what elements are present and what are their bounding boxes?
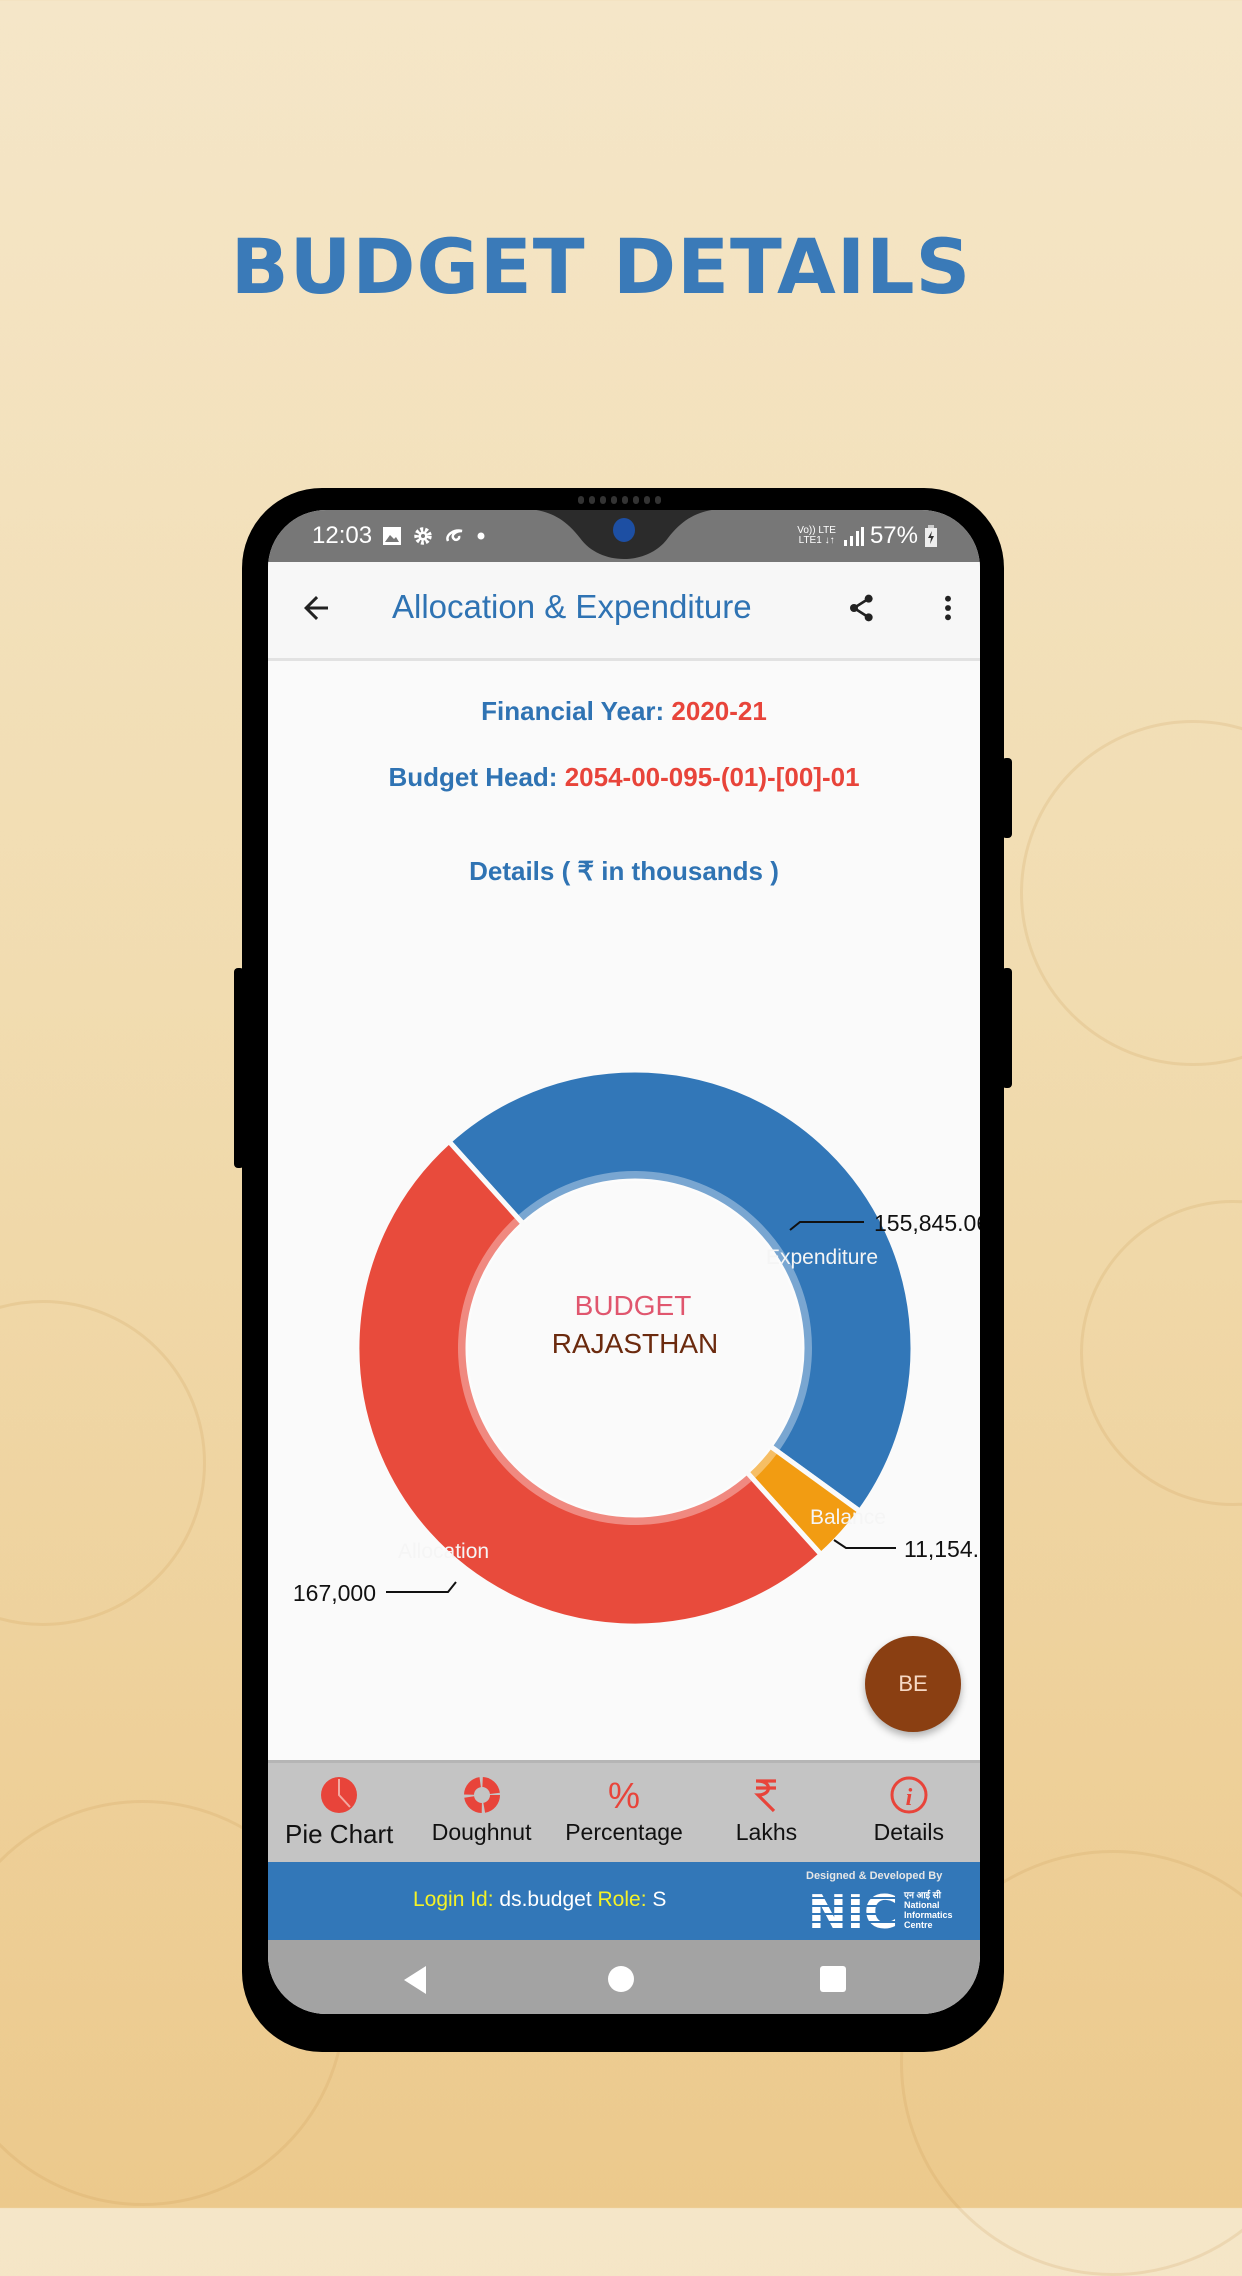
chart-center-line1: BUDGET — [575, 1290, 692, 1321]
pie-chart-icon — [321, 1777, 358, 1813]
camera-notch — [536, 510, 712, 559]
network-indicator: Vo)) LTE LTE1 ↓↑ — [797, 525, 836, 546]
status-time: 12:03 — [312, 522, 373, 549]
phone-screen: 12:03 Vo)) LTE LTE1 ↓↑ 57% Allocation & E… — [268, 510, 980, 2014]
background-ornament — [1080, 1200, 1242, 1506]
page-title: Allocation & Expenditure — [392, 588, 752, 625]
background-ornament — [1020, 720, 1242, 1066]
more-vert-icon[interactable] — [932, 590, 964, 626]
background-ornament — [0, 1300, 206, 1626]
slice-label-allocation: Allocation — [398, 1540, 489, 1563]
side-button — [1002, 968, 1012, 1088]
role-value: S — [646, 1888, 667, 1911]
budget-head-value: 2054-00-095-(01)-[00]-01 — [564, 762, 860, 792]
arrow-left-icon[interactable] — [298, 590, 334, 626]
bottom-navigation: Pie Chart Doughnut % Percentage Lakhs i … — [268, 1760, 980, 1865]
slice-label-expenditure: Expenditure — [766, 1246, 878, 1269]
nav-pie-chart-label: Pie Chart — [285, 1819, 394, 1849]
financial-year-value: 2020-21 — [671, 696, 767, 726]
nic-hindi: एन आई सी — [904, 1890, 942, 1900]
nav-pie-chart[interactable]: Pie Chart — [268, 1763, 410, 1865]
designed-by-text: Designed & Developed By — [806, 1870, 943, 1882]
nav-doughnut-label: Doughnut — [431, 1819, 532, 1845]
nav-details[interactable]: i Details — [838, 1763, 980, 1865]
nic-logo: NIC एन आई सी National Informatics Centre — [808, 1888, 953, 1932]
chart-center-line2: RAJASTHAN — [552, 1328, 718, 1359]
leader-line-balance — [833, 1539, 896, 1549]
role-label: Role: — [597, 1888, 647, 1911]
nav-lakhs[interactable]: Lakhs — [695, 1763, 837, 1865]
battery-percent: 57% — [869, 522, 918, 549]
svg-text:%: % — [608, 1775, 640, 1815]
app-bar: Allocation & Expenditure — [268, 562, 980, 661]
volume-button — [234, 968, 244, 1168]
info-icon: i — [890, 1776, 928, 1814]
swirl-app-icon — [446, 529, 463, 542]
nav-percentage-label: Percentage — [565, 1819, 683, 1845]
status-bar: 12:03 Vo)) LTE LTE1 ↓↑ 57% — [268, 510, 980, 562]
gallery-icon — [383, 527, 402, 545]
login-info: Login Id: ds.budget Role: S — [413, 1888, 666, 1912]
doughnut-chart: Allocation 167,000 Expenditure 155,845.06 Ba… — [293, 1067, 980, 1629]
speaker-grille — [578, 496, 668, 504]
nic-logo-mark: NIC — [808, 1888, 900, 1932]
nav-details-label: Details — [873, 1819, 944, 1845]
rupee-icon — [754, 1779, 777, 1813]
signal-icon — [843, 527, 864, 546]
system-navigation-bar — [268, 1940, 980, 2014]
battery-charging-icon — [925, 525, 937, 547]
value-label-expenditure: 155,845.06 — [874, 1210, 980, 1236]
login-footer: Login Id: ds.budget Role: S Designed & D… — [268, 1862, 980, 1940]
nav-recents-icon[interactable] — [818, 1964, 848, 1994]
promo-title: BUDGET DETAILS — [230, 222, 972, 311]
dot-icon — [477, 532, 485, 540]
nav-back-icon[interactable] — [400, 1964, 430, 1996]
nic-name-line3: Centre — [904, 1920, 933, 1930]
value-label-allocation: 167,000 — [293, 1580, 376, 1606]
financial-year: Financial Year: 2020-21 — [268, 696, 980, 727]
nav-percentage[interactable]: % Percentage — [553, 1763, 695, 1865]
login-id-value: ds.budget — [493, 1888, 598, 1911]
budget-head: Budget Head: 2054-00-095-(01)-[00]-01 — [268, 762, 980, 793]
value-label-balance: 11,154. — [904, 1536, 979, 1562]
details-unit-label: Details ( ₹ in thousands ) — [469, 856, 779, 886]
nic-name-line1: National — [904, 1900, 940, 1910]
budget-head-label: Budget Head: — [388, 762, 565, 792]
nav-lakhs-label: Lakhs — [735, 1819, 798, 1845]
settings-gear-icon — [414, 527, 432, 545]
share-icon[interactable] — [846, 592, 878, 624]
be-fab-button[interactable]: BE — [865, 1636, 961, 1732]
nav-home-icon[interactable] — [606, 1964, 636, 1994]
svg-text:NIC: NIC — [808, 1888, 898, 1932]
power-button — [1002, 758, 1012, 838]
percent-icon: % — [608, 1775, 640, 1815]
phone-frame: 12:03 Vo)) LTE LTE1 ↓↑ 57% Allocation & E… — [234, 488, 1012, 2052]
svg-text:i: i — [905, 1785, 912, 1811]
leader-line-allocation — [386, 1581, 457, 1593]
nic-name: एन आई सी National Informatics Centre — [904, 1890, 953, 1930]
slice-label-balance: Balance — [810, 1506, 886, 1529]
login-id-label: Login Id: — [413, 1888, 494, 1911]
doughnut-icon — [463, 1777, 500, 1813]
nav-doughnut[interactable]: Doughnut — [410, 1763, 552, 1865]
financial-year-label: Financial Year: — [481, 696, 672, 726]
nic-name-line2: Informatics — [904, 1910, 953, 1920]
